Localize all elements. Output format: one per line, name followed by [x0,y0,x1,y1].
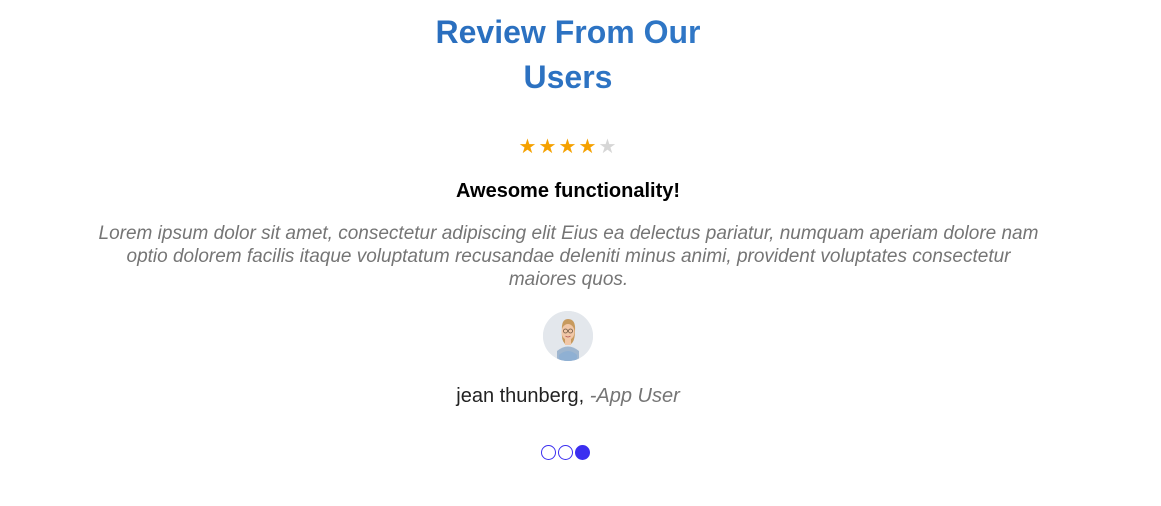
author-name: jean thunberg, [456,385,585,407]
star-empty-icon: ★ [598,136,618,158]
section-title-line-2: Users [0,55,1136,100]
star-filled-icon: ★ [578,136,598,158]
author-role: -App User [589,385,680,407]
review-body: Lorem ipsum dolor sit amet, consectetur … [98,223,1039,290]
review-author: jean thunberg, -App User [0,384,1136,408]
carousel-pagination [541,445,590,461]
star-rating: ★★★★★ [0,137,1136,157]
review-headline: Awesome functionality! [455,180,681,202]
user-avatar-photo-icon [543,311,593,361]
star-filled-icon: ★ [538,136,558,158]
star-filled-icon: ★ [518,136,538,158]
avatar [543,311,593,361]
carousel-dot-1[interactable] [541,445,556,460]
section-title-line-1: Review From Our [0,10,1136,55]
carousel-dot-2[interactable] [558,445,573,460]
star-filled-icon: ★ [558,136,578,158]
reviews-section: Review From Our Users ★★★★★ Awesome func… [0,0,1161,506]
carousel-dot-3[interactable] [575,445,590,460]
